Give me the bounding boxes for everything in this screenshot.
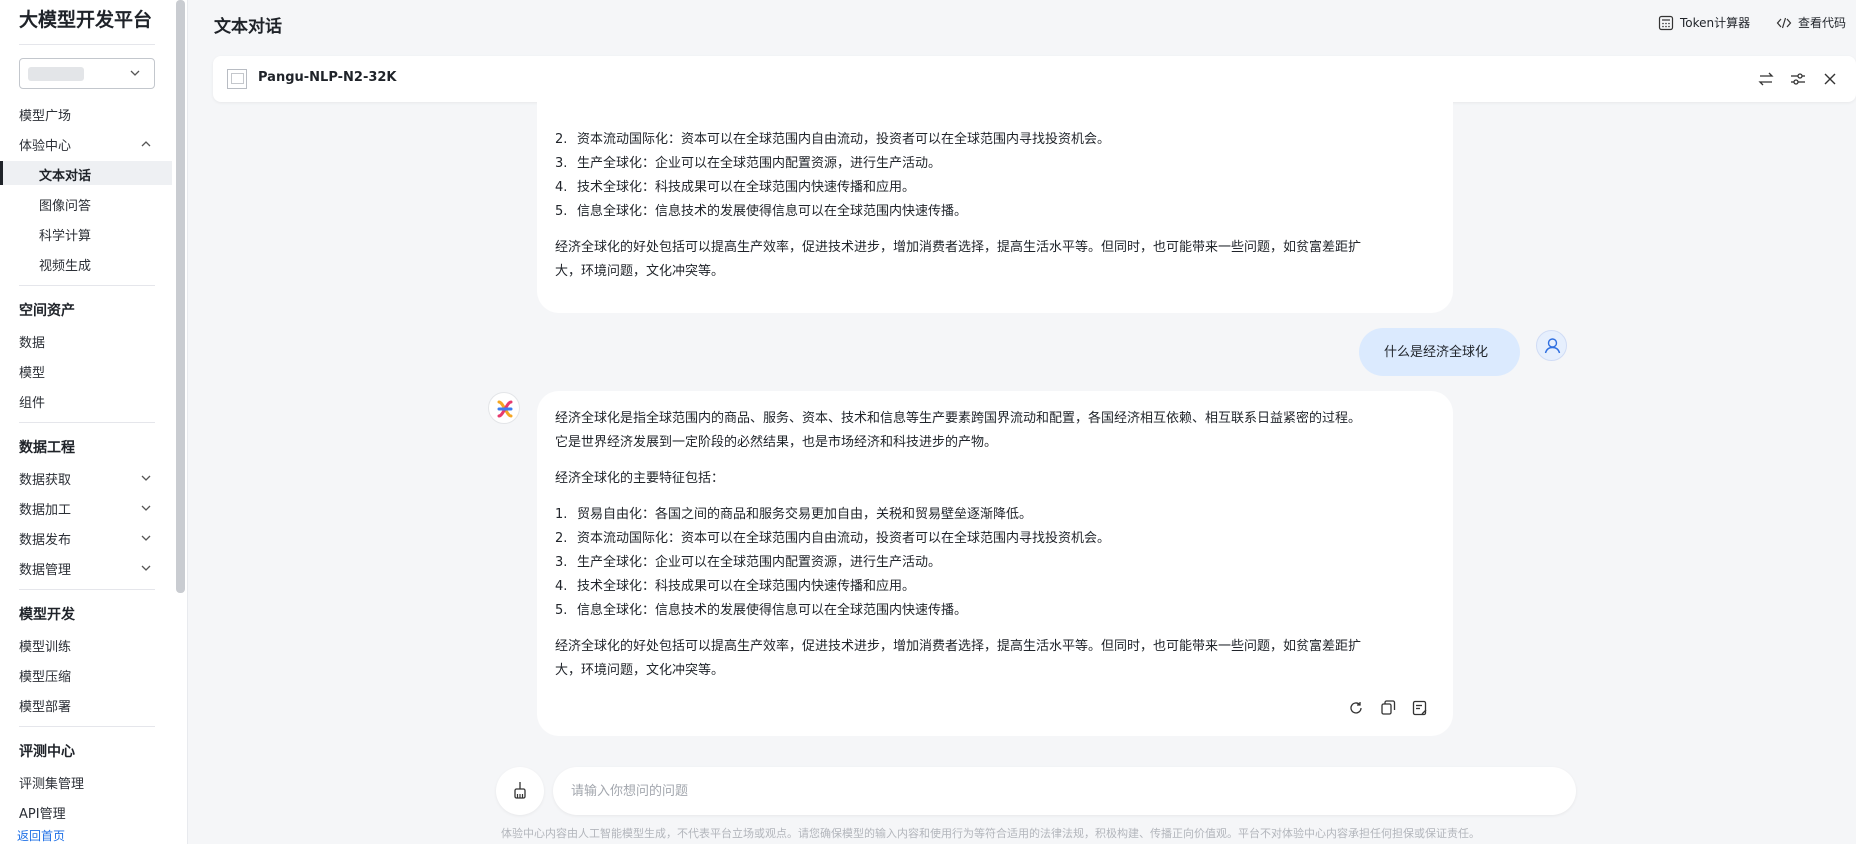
answer-summary: 经济全球化的好处包括可以提高生产效率，促进技术进步，增加消费者选择，提高生活水平… <box>555 639 1362 654</box>
sidebar-item-experience-center[interactable]: 体验中心 <box>19 135 71 154</box>
list-item: 3. 生产全球化：企业可以在全球范围内配置资源，进行生产活动。 <box>555 555 942 570</box>
sidebar-item-data-manage[interactable]: 数据管理 <box>19 559 71 578</box>
sidebar-item-eval-set-manage[interactable]: 评测集管理 <box>19 773 84 792</box>
list-item: 3. 生产全球化：企业可以在全球范围内配置资源，进行生产活动。 <box>555 156 942 171</box>
model-name: Pangu-NLP-N2-32K <box>258 70 397 85</box>
workspace-name-redacted <box>28 67 84 81</box>
list-item: 5. 信息全球化：信息技术的发展使得信息可以在全球范围内快速传播。 <box>555 204 968 219</box>
copy-icon[interactable] <box>1379 699 1397 717</box>
divider <box>19 44 155 45</box>
pangu-logo-icon <box>497 400 513 418</box>
refresh-icon[interactable] <box>1347 699 1365 717</box>
view-code-button[interactable]: 查看代码 <box>1776 14 1846 31</box>
settings-sliders-icon[interactable] <box>1788 69 1808 89</box>
clear-context-button[interactable] <box>496 767 544 815</box>
note-icon[interactable] <box>1411 699 1429 717</box>
close-icon[interactable] <box>1820 69 1840 89</box>
chevron-down-icon[interactable] <box>139 501 153 515</box>
sidebar-item-model-deploy[interactable]: 模型部署 <box>19 696 71 715</box>
chevron-down-icon <box>130 70 140 76</box>
user-avatar <box>1536 330 1567 361</box>
sidebar-item-sci-compute[interactable]: 科学计算 <box>39 225 91 244</box>
sidebar-item-component[interactable]: 组件 <box>19 392 45 411</box>
chevron-down-icon[interactable] <box>139 531 153 545</box>
sidebar-item-api-manage[interactable]: API管理 <box>19 803 66 822</box>
sidebar-item-data[interactable]: 数据 <box>19 332 45 351</box>
sidebar-group-data-engineering: 数据工程 <box>19 440 75 456</box>
answer-intro: 它是世界经济发展到一定阶段的必然结果，也是市场经济和科技进步的产物。 <box>555 435 998 450</box>
sidebar-group-space-assets: 空间资产 <box>19 303 75 319</box>
page-title: 文本对话 <box>214 17 282 37</box>
divider <box>19 422 155 423</box>
sidebar-item-image-qa[interactable]: 图像问答 <box>39 195 91 214</box>
user-message-text: 什么是经济全球化 <box>1384 345 1489 360</box>
sidebar-item-model-train[interactable]: 模型训练 <box>19 636 71 655</box>
chat-input-box[interactable] <box>553 767 1576 815</box>
sidebar-item-model-square[interactable]: 模型广场 <box>19 105 71 124</box>
answer-intro: 经济全球化是指全球范围内的商品、服务、资本、技术和信息等生产要素跨国界流动和配置… <box>555 411 1362 426</box>
list-item: 1. 贸易自由化：各国之间的商品和服务交易更加自由，关税和贸易壁垒逐渐降低。 <box>555 507 1033 522</box>
answer-summary: 经济全球化的好处包括可以提高生产效率，促进技术进步，增加消费者选择，提高生活水平… <box>555 240 1362 255</box>
model-bar: Pangu-NLP-N2-32K <box>213 56 1856 102</box>
model-image-icon <box>227 69 247 89</box>
bot-avatar <box>488 392 520 424</box>
sidebar-item-model-compress[interactable]: 模型压缩 <box>19 666 71 685</box>
divider <box>19 285 155 286</box>
disclaimer: 体验中心内容由人工智能模型生成，不代表平台立场或观点。请您确保模型的输入内容和使… <box>501 827 1480 840</box>
sidebar-item-text-chat[interactable]: 文本对话 <box>39 165 91 184</box>
chevron-down-icon[interactable] <box>139 561 153 575</box>
switch-model-icon[interactable] <box>1756 69 1776 89</box>
sidebar-group-eval-center: 评测中心 <box>19 744 75 760</box>
list-item: 2. 资本流动国际化：资本可以在全球范围内自由流动，投资者可以在全球范围内寻找投资… <box>555 132 1111 147</box>
sidebar-item-data-acquire[interactable]: 数据获取 <box>19 469 71 488</box>
brand-title: 大模型开发平台 <box>19 9 153 31</box>
sidebar: 大模型开发平台 模型广场 体验中心 文本对话 图像问答 科学计算 视频生成 空间… <box>0 0 188 844</box>
divider <box>19 726 155 727</box>
user-icon <box>1544 338 1561 354</box>
token-calculator-label: Token计算器 <box>1680 16 1751 30</box>
list-item: 4. 技术全球化：科技成果可以在全球范围内快速传播和应用。 <box>555 579 916 594</box>
answer-summary: 大，环境问题，文化冲突等。 <box>555 264 725 279</box>
view-code-label: 查看代码 <box>1798 16 1847 30</box>
sidebar-item-model[interactable]: 模型 <box>19 362 45 381</box>
sidebar-item-data-process[interactable]: 数据加工 <box>19 499 71 518</box>
sidebar-scrollbar[interactable] <box>176 0 185 593</box>
broom-icon <box>514 782 526 799</box>
scroll-mask <box>537 102 1453 116</box>
answer-features-heading: 经济全球化的主要特征包括： <box>555 471 725 486</box>
code-icon <box>1776 17 1792 28</box>
calculator-icon <box>1658 15 1674 30</box>
sidebar-group-model-dev: 模型开发 <box>19 607 75 623</box>
back-home-link[interactable]: 返回首页 <box>17 827 65 844</box>
divider <box>19 589 155 590</box>
list-item: 2. 资本流动国际化：资本可以在全球范围内自由流动，投资者可以在全球范围内寻找投资… <box>555 531 1111 546</box>
token-calculator-button[interactable]: Token计算器 <box>1658 14 1750 31</box>
list-item: 5. 信息全球化：信息技术的发展使得信息可以在全球范围内快速传播。 <box>555 603 968 618</box>
sidebar-item-data-publish[interactable]: 数据发布 <box>19 529 71 548</box>
list-item: 4. 技术全球化：科技成果可以在全球范围内快速传播和应用。 <box>555 180 916 195</box>
sidebar-item-video-gen[interactable]: 视频生成 <box>39 255 91 274</box>
workspace-select[interactable] <box>19 58 155 89</box>
chevron-down-icon[interactable] <box>139 471 153 485</box>
chat-input[interactable] <box>571 781 1531 801</box>
answer-summary: 大，环境问题，文化冲突等。 <box>555 663 725 678</box>
active-item-indicator <box>0 161 3 185</box>
chevron-up-icon[interactable] <box>139 137 153 151</box>
